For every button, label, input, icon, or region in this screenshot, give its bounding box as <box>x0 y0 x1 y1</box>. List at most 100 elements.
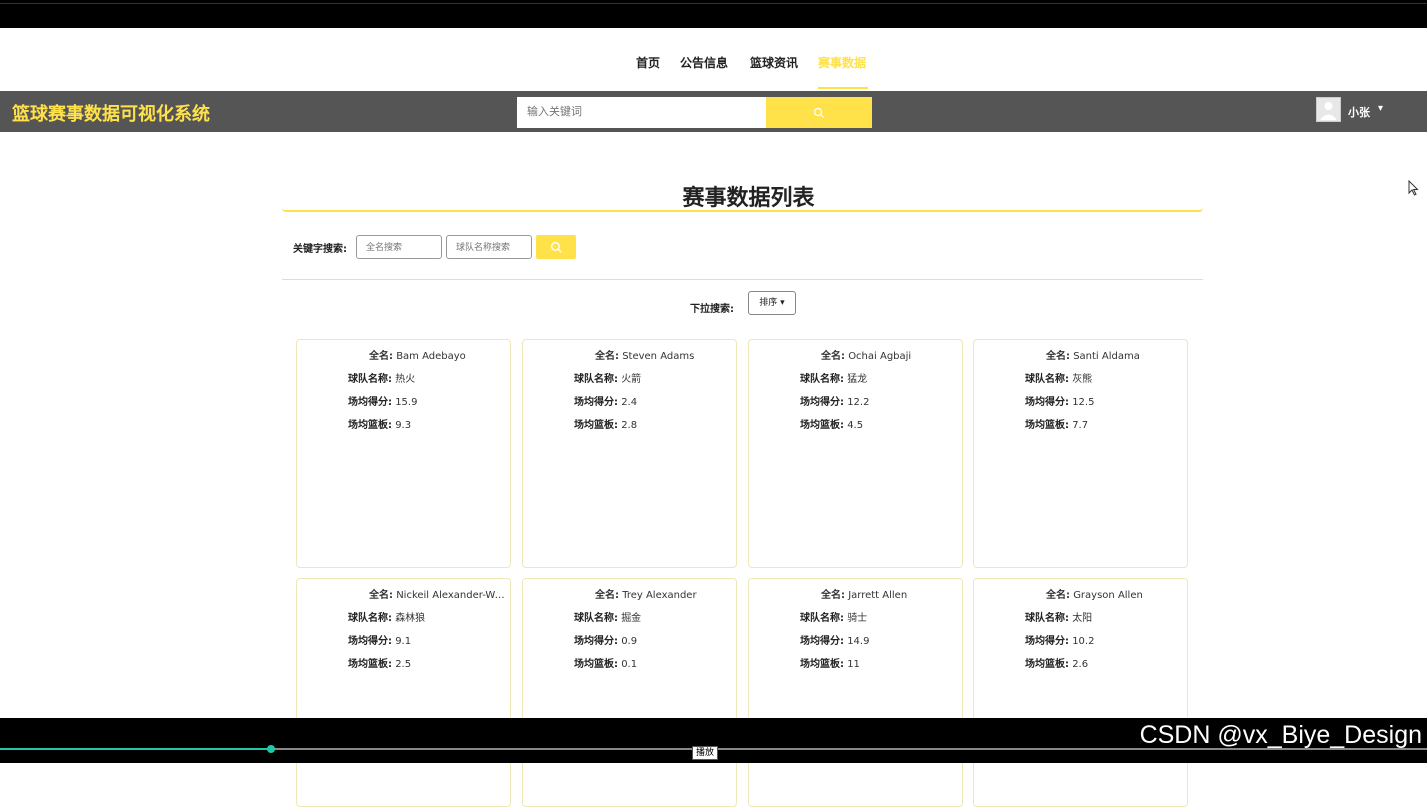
player-rebounds: 场均篮板: 4.5 <box>800 416 863 431</box>
player-card[interactable]: 全名: Steven Adams 球队名称: 火箭 场均得分: 2.4 场均篮板: 2… <box>522 339 737 568</box>
rebounds-label: 场均篮板: <box>574 420 618 431</box>
player-rebounds: 场均篮板: 9.3 <box>348 416 411 431</box>
header-search-button[interactable] <box>766 97 872 128</box>
browser-top-bar <box>0 0 1427 28</box>
team-value: 热火 <box>395 374 416 385</box>
team-label: 球队名称: <box>800 374 844 385</box>
team-label: 球队名称: <box>348 613 392 624</box>
player-card[interactable]: 全名: Ochai Agbaji 球队名称: 猛龙 场均得分: 12.2 场均篮板: … <box>748 339 963 568</box>
team-label: 球队名称: <box>574 613 618 624</box>
points-value: 9.1 <box>395 636 412 647</box>
nav-item-announcements[interactable]: 公告信息 <box>680 54 728 71</box>
search-icon <box>813 107 824 118</box>
team-label: 球队名称: <box>574 374 618 385</box>
player-points: 场均得分: 15.9 <box>348 393 417 408</box>
fullname-value: Nickeil Alexander-Wa... <box>396 590 507 601</box>
rebounds-value: 11 <box>847 659 860 670</box>
sort-dropdown-button[interactable]: 排序 ▾ <box>748 291 796 315</box>
player-team: 球队名称: 热火 <box>348 370 415 385</box>
player-card[interactable]: 全名: Nickeil Alexander-Wa... 球队名称: 森林狼 场均得分… <box>296 578 511 807</box>
team-search-input[interactable] <box>446 235 532 259</box>
fullname-value: Santi Aldama <box>1073 351 1140 362</box>
points-label: 场均得分: <box>1025 636 1069 647</box>
fullname-value: Grayson Allen <box>1073 590 1143 601</box>
keyword-search-button[interactable] <box>536 235 576 259</box>
progress-knob[interactable] <box>267 745 276 753</box>
fullname-value: Bam Adebayo <box>396 351 466 362</box>
user-menu-caret-icon[interactable]: ▾ <box>1378 103 1383 114</box>
player-card[interactable]: 全名: Jarrett Allen 球队名称: 骑士场均得分: 14.9 场均篮板:… <box>748 578 963 807</box>
avatar[interactable] <box>1316 97 1341 122</box>
team-label: 球队名称: <box>1025 374 1069 385</box>
nav-item-news[interactable]: 篮球资讯 <box>750 54 798 71</box>
team-label: 球队名称: <box>1025 613 1069 624</box>
player-points: 场均得分: 10.2 <box>1025 632 1094 647</box>
player-team: 球队名称: 太阳 <box>1025 609 1092 624</box>
rebounds-label: 场均篮板: <box>1025 420 1069 431</box>
player-points: 场均得分: 14.9 <box>800 632 869 647</box>
play-tooltip: 播放 <box>692 746 718 760</box>
player-fullname: 全名: Bam Adebayo <box>369 347 507 362</box>
nav-item-home[interactable]: 首页 <box>636 54 660 71</box>
player-points: 场均得分: 12.5 <box>1025 393 1094 408</box>
player-points: 场均得分: 2.4 <box>574 393 637 408</box>
divider <box>282 279 1203 280</box>
team-value: 猛龙 <box>847 374 868 385</box>
player-rebounds: 场均篮板: 0.1 <box>574 655 637 670</box>
nav-item-match-data[interactable]: 赛事数据 <box>818 54 866 71</box>
rebounds-value: 2.8 <box>621 420 638 431</box>
team-value: 太阳 <box>1072 613 1093 624</box>
fullname-label: 全名: <box>1046 590 1070 601</box>
points-label: 场均得分: <box>800 397 844 408</box>
nav-active-underline <box>818 87 868 89</box>
player-card[interactable]: 全名: Santi Aldama 球队名称: 灰熊 场均得分: 12.5 场均篮板: … <box>973 339 1188 568</box>
team-label: 球队名称: <box>348 374 392 385</box>
fullname-label: 全名: <box>369 351 393 362</box>
player-team: 球队名称: 猛龙 <box>800 370 867 385</box>
rebounds-label: 场均篮板: <box>574 659 618 670</box>
fullname-search-input[interactable] <box>356 235 442 259</box>
rebounds-value: 9.3 <box>395 420 412 431</box>
player-card[interactable]: 全名: Bam Adebayo 球队名称: 热火 场均得分: 15.9 场均篮板: 9… <box>296 339 511 568</box>
rebounds-value: 2.6 <box>1072 659 1089 670</box>
team-label: 球队名称: <box>800 613 844 624</box>
player-team: 球队名称: 灰熊 <box>1025 370 1092 385</box>
rebounds-label: 场均篮板: <box>800 659 844 670</box>
keyword-search-label: 关键字搜索: <box>293 244 347 255</box>
player-points: 场均得分: 9.1 <box>348 632 411 647</box>
points-value: 0.9 <box>621 636 638 647</box>
points-value: 14.9 <box>847 636 870 647</box>
player-fullname: 全名: Grayson Allen <box>1046 586 1184 601</box>
player-team: 球队名称: 掘金 <box>574 609 641 624</box>
fullname-value: Ochai Agbaji <box>848 351 912 362</box>
rebounds-label: 场均篮板: <box>348 659 392 670</box>
points-label: 场均得分: <box>574 636 618 647</box>
player-fullname: 全名: Santi Aldama <box>1046 347 1184 362</box>
fullname-label: 全名: <box>369 590 393 601</box>
team-value: 掘金 <box>621 613 642 624</box>
video-player-bar: CSDN @vx_Biye_Design 播放 <box>0 718 1427 763</box>
site-title: 篮球赛事数据可视化系统 <box>12 104 210 125</box>
player-card[interactable]: 全名: Grayson Allen 球队名称: 太阳 场均得分: 10.2 场均篮板:… <box>973 578 1188 807</box>
player-rebounds: 场均篮板: 2.6 <box>1025 655 1088 670</box>
fullname-label: 全名: <box>595 590 619 601</box>
player-rebounds: 场均篮板: 2.5 <box>348 655 411 670</box>
player-team: 球队名称: 火箭 <box>574 370 641 385</box>
fullname-label: 全名: <box>821 590 845 601</box>
header-search-input[interactable] <box>517 97 766 128</box>
rebounds-value: 0.1 <box>621 659 638 670</box>
points-value: 15.9 <box>395 397 418 408</box>
points-value: 12.5 <box>1072 397 1095 408</box>
team-value: 灰熊 <box>1072 374 1093 385</box>
top-nav: 首页 公告信息 篮球资讯 赛事数据 <box>0 28 1427 91</box>
player-card[interactable]: 全名: Trey Alexander 球队名称: 掘金 场均得分: 0.9 场均篮板:… <box>522 578 737 807</box>
user-name[interactable]: 小张 <box>1348 104 1370 120</box>
progress-fill <box>0 748 272 750</box>
fullname-label: 全名: <box>1046 351 1070 362</box>
fullname-value: Jarrett Allen <box>848 590 908 601</box>
team-value: 骑士 <box>847 613 868 624</box>
team-value: 火箭 <box>621 374 642 385</box>
rebounds-label: 场均篮板: <box>1025 659 1069 670</box>
points-label: 场均得分: <box>574 397 618 408</box>
fullname-label: 全名: <box>821 351 845 362</box>
